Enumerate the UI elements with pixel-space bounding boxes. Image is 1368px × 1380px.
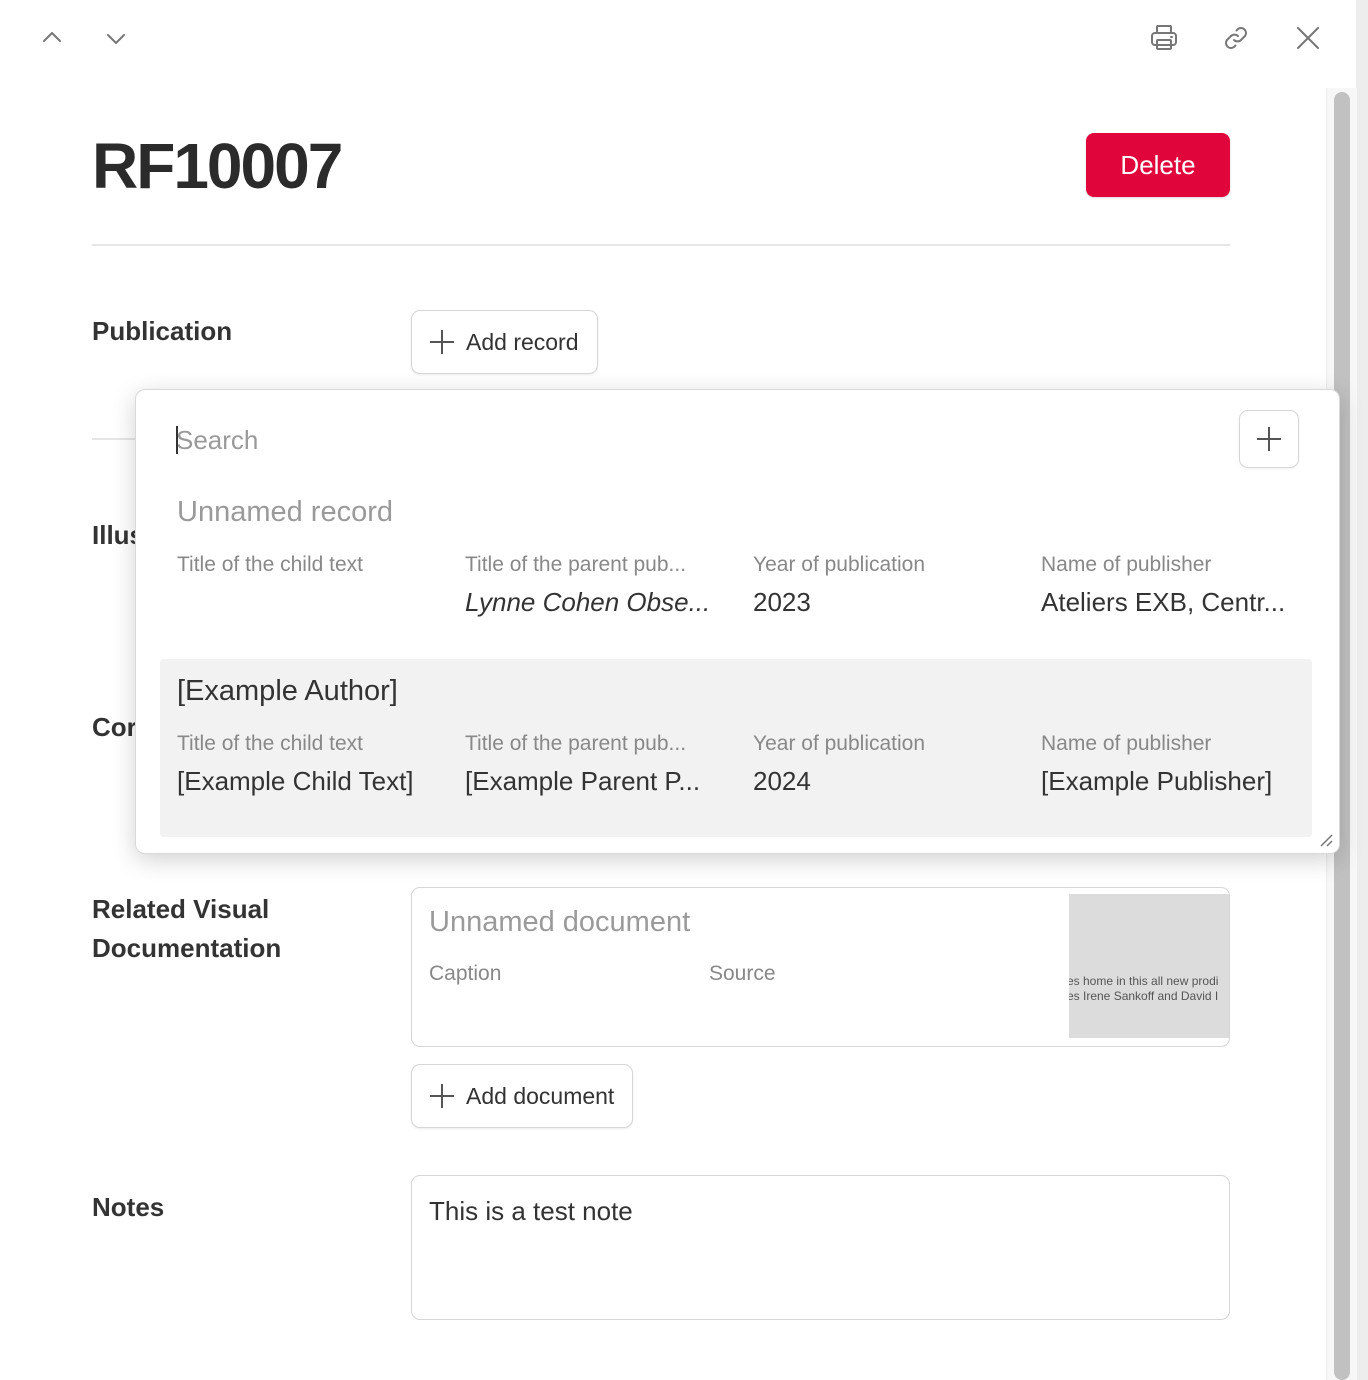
result-title: Unnamed record (177, 496, 393, 528)
page-title: RF10007 (92, 130, 343, 202)
add-record-button[interactable]: Add record (411, 310, 598, 374)
result-column: Name of publisher [Example Publisher] (1041, 729, 1295, 797)
document-source-label: Source (709, 962, 776, 985)
result-item[interactable]: [Example Author] Title of the child text… (160, 659, 1312, 837)
column-label: Title of the child text (177, 553, 363, 576)
print-icon (1151, 25, 1177, 50)
column-value: [Example Publisher] (1041, 766, 1273, 796)
thumbnail-text-line: es home in this all new prodi (1069, 974, 1219, 988)
column-value: [Example Child Text] (177, 766, 414, 796)
record-picker-popup: Unnamed record Title of the child text T… (135, 389, 1340, 854)
thumbnail-text-line: es Irene Sankoff and David I (1069, 989, 1219, 1003)
window-edge (1356, 0, 1368, 1380)
resize-grip-icon[interactable] (1319, 833, 1333, 847)
document-thumbnail[interactable]: es home in this all new prodi es Irene S… (1069, 894, 1229, 1038)
notes-textarea[interactable]: This is a test note (411, 1175, 1230, 1320)
result-column: Title of the child text (177, 550, 439, 586)
column-label: Year of publication (753, 553, 926, 576)
column-value: Ateliers EXB, Centr... (1041, 587, 1286, 617)
column-value: Lynne Cohen Obse... (465, 587, 711, 617)
add-document-button[interactable]: Add document (411, 1064, 634, 1128)
column-value: 2024 (753, 766, 811, 796)
column-label: Name of publisher (1041, 553, 1212, 576)
search-input[interactable] (176, 420, 1176, 460)
result-title: [Example Author] (177, 675, 398, 707)
column-label: Year of publication (753, 732, 926, 755)
header-divider (92, 244, 1230, 246)
column-label: Title of the parent pub... (465, 732, 687, 755)
copy-link-button[interactable] (1216, 18, 1256, 58)
chevron-down-icon (107, 34, 125, 44)
result-column: Year of publication 2024 (753, 729, 1015, 797)
result-column: Name of publisher Ateliers EXB, Centr... (1041, 550, 1295, 618)
column-label: Title of the parent pub... (465, 553, 687, 576)
close-icon (1297, 27, 1319, 49)
result-column: Title of the child text [Example Child T… (177, 729, 439, 797)
result-item[interactable]: Unnamed record Title of the child text T… (160, 480, 1312, 658)
chevron-up-icon (43, 32, 61, 42)
plus-icon (430, 1084, 454, 1108)
column-value: 2023 (753, 587, 811, 617)
link-icon (1225, 27, 1247, 49)
text-caret (176, 426, 178, 454)
close-button[interactable] (1288, 18, 1328, 58)
document-caption-label: Caption (429, 962, 502, 985)
print-button[interactable] (1144, 18, 1184, 58)
result-column: Title of the parent pub... Lynne Cohen O… (465, 550, 717, 618)
notes-label: Notes (92, 1192, 165, 1222)
add-record-label: Add record (466, 328, 579, 355)
create-record-button[interactable] (1239, 410, 1299, 468)
column-label: Title of the child text (177, 732, 363, 755)
related-visual-label: Related Visual Documentation (92, 894, 282, 963)
previous-record-button[interactable] (32, 18, 72, 58)
column-value: [Example Parent P... (465, 766, 701, 796)
result-column: Year of publication 2023 (753, 550, 1015, 618)
publication-label: Publication (92, 316, 233, 346)
delete-button[interactable]: Delete (1086, 133, 1230, 197)
document-title: Unnamed document (429, 906, 691, 938)
result-column: Title of the parent pub... [Example Pare… (465, 729, 717, 797)
next-record-button[interactable] (96, 18, 136, 58)
add-document-label: Add document (466, 1082, 615, 1109)
plus-icon (430, 330, 454, 354)
column-label: Name of publisher (1041, 732, 1212, 755)
document-card[interactable]: Unnamed document Caption Source es home … (411, 887, 1230, 1047)
plus-icon (1257, 427, 1281, 451)
